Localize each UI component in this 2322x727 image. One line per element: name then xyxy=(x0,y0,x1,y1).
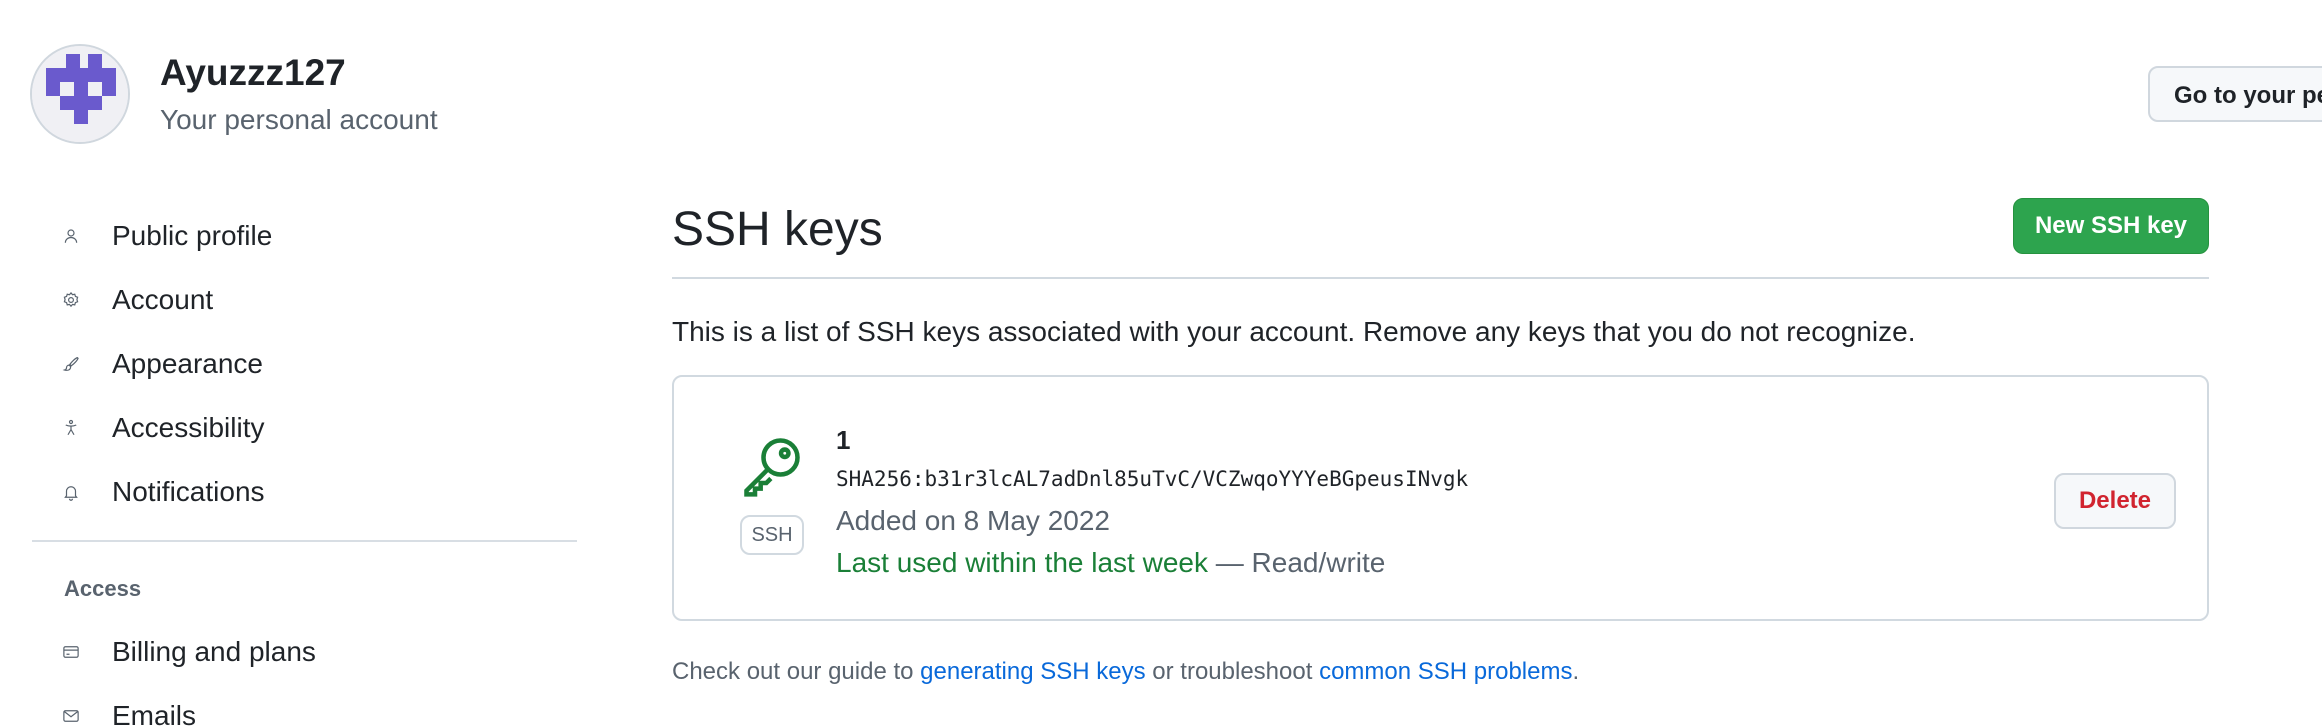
sidebar-item-label: Public profile xyxy=(112,220,273,251)
guide-prefix: Check out our guide to xyxy=(672,658,921,685)
go-to-profile-button[interactable]: Go to your pe xyxy=(2148,66,2322,122)
guide-middle: or troubleshoot xyxy=(1145,658,1320,685)
ssh-badge: SSH xyxy=(740,515,804,555)
sidebar-item-label: Account xyxy=(112,284,214,315)
ssh-key-usage: Last used within the last week — Read/wr… xyxy=(836,547,1385,579)
person-icon xyxy=(32,218,80,254)
gear-icon xyxy=(32,282,80,318)
sidebar-section-heading: Access xyxy=(64,576,142,601)
ssh-key-access: — Read/write xyxy=(1207,547,1386,578)
sidebar-item-emails[interactable]: Emails xyxy=(32,688,577,727)
identicon-icon xyxy=(32,46,128,142)
ssh-key-fingerprint: SHA256:b31r3lcAL7adDnl85uTvC/VCZwqoYYYeB… xyxy=(836,467,1469,491)
ssh-guide-text: Check out our guide to generating SSH ke… xyxy=(672,658,1579,686)
mail-icon xyxy=(32,698,80,727)
sidebar-item-accessibility[interactable]: Accessibility xyxy=(32,400,577,456)
ssh-keys-description: This is a list of SSH keys associated wi… xyxy=(672,316,1916,347)
guide-suffix: . xyxy=(1572,658,1580,685)
sidebar-item-notifications[interactable]: Notifications xyxy=(32,464,577,520)
generating-ssh-keys-link[interactable]: generating SSH keys xyxy=(920,658,1145,685)
sidebar-item-billing[interactable]: Billing and plans xyxy=(32,624,577,680)
account-name: Ayuzzz127 xyxy=(160,52,346,93)
key-icon xyxy=(744,438,800,497)
new-ssh-key-button[interactable]: New SSH key xyxy=(2013,198,2209,254)
sidebar-item-label: Accessibility xyxy=(112,412,265,443)
title-divider xyxy=(672,277,2209,279)
accessibility-icon xyxy=(32,410,80,446)
account-subtitle: Your personal account xyxy=(160,104,438,135)
ssh-key-list: SSH 1 SHA256:b31r3lcAL7adDnl85uTvC/VCZwq… xyxy=(672,375,2209,621)
page-title: SSH keys xyxy=(672,203,883,256)
credit-card-icon xyxy=(32,634,80,670)
sidebar-item-appearance[interactable]: Appearance xyxy=(32,336,577,392)
ssh-key-item: SSH 1 SHA256:b31r3lcAL7adDnl85uTvC/VCZwq… xyxy=(674,377,2211,622)
ssh-key-added-date: Added on 8 May 2022 xyxy=(836,505,1110,536)
sidebar-divider xyxy=(32,540,577,542)
sidebar-item-label: Notifications xyxy=(112,476,265,507)
paintbrush-icon xyxy=(32,346,80,382)
avatar[interactable] xyxy=(30,44,130,144)
sidebar-item-label: Billing and plans xyxy=(112,636,316,667)
ssh-key-last-used: Last used within the last week xyxy=(836,547,1208,578)
bell-icon xyxy=(32,474,80,510)
sidebar-item-public-profile[interactable]: Public profile xyxy=(32,208,577,264)
delete-key-button[interactable]: Delete xyxy=(2054,473,2176,529)
account-header: Ayuzzz127 Your personal account Go to yo… xyxy=(0,0,2322,160)
common-ssh-problems-link[interactable]: common SSH problems xyxy=(1319,658,1572,685)
sidebar-item-label: Emails xyxy=(112,700,197,727)
ssh-key-title: 1 xyxy=(836,425,851,455)
sidebar-item-label: Appearance xyxy=(112,348,264,379)
sidebar-item-account[interactable]: Account xyxy=(32,272,577,328)
